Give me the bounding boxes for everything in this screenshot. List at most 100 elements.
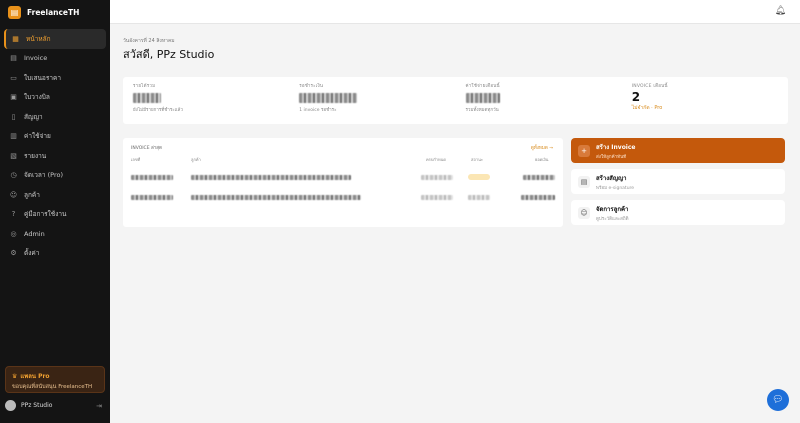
redacted-value [421, 175, 453, 180]
redacted-value [521, 195, 555, 200]
date-line: วันอังคารที่ 24 สิงหาคม [123, 38, 175, 44]
logout-icon[interactable]: ⇥ [96, 402, 102, 410]
stat-pending: รอชำระเงิน 1 invoice รอชำระ [289, 77, 455, 124]
sidebar-item-label: สัญญา [24, 112, 43, 121]
user-row: PPz Studio ⇥ [5, 400, 102, 411]
help-icon: ? [11, 210, 16, 219]
customer-icon: ☺ [9, 190, 18, 199]
sidebar-item-schedule[interactable]: ◷ จัดเวลา (Pro) [4, 166, 106, 186]
sidebar-item-label: ลูกค้า [24, 190, 40, 199]
pro-subtitle: ขอบคุณที่สนับสนุน FreelanceTH [12, 384, 93, 390]
sidebar: ▤ FreelanceTH ▦ หน้าหลัก ▤ Invoice ▭ ใบเสนอ… [0, 0, 110, 423]
crown-icon: ♛ [12, 372, 18, 380]
redacted-value [131, 175, 173, 180]
view-all-link[interactable]: ดูทั้งหมด → [531, 144, 553, 151]
stat-sub: ยังไม่มีรายการที่ชำระแล้ว [133, 108, 183, 113]
user-name: PPz Studio [21, 402, 53, 409]
sidebar-item-label: Admin [24, 229, 45, 238]
chat-icon[interactable]: 💬︎ [767, 389, 789, 411]
sidebar-item-label: รายงาน [24, 151, 47, 160]
sidebar-item-home[interactable]: ▦ หน้าหลัก [4, 29, 106, 49]
sidebar-item-report[interactable]: ▧ รายงาน [4, 146, 106, 166]
stat-value: 2 [631, 90, 641, 104]
main-content: 🔔︎ วันอังคารที่ 24 สิงหาคม สวัสดี, PPz S… [110, 0, 800, 423]
sidebar-item-label: จัดเวลา (Pro) [24, 171, 63, 180]
action-subtitle: ส่งให้ลูกค้าทันที [596, 154, 627, 160]
stat-sub: ไม่จำกัด · Pro [631, 105, 663, 111]
create-invoice-button[interactable]: + สร้าง Invoice ส่งให้ลูกค้าทันที [571, 138, 785, 163]
sidebar-item-bill[interactable]: ▣ ใบวางบิล [4, 88, 106, 108]
redacted-value [421, 195, 453, 200]
quote-icon: ▭ [10, 73, 17, 82]
quick-actions: + สร้าง Invoice ส่งให้ลูกค้าทันที ▤ สร้า… [571, 138, 785, 231]
clock-icon: ◷ [10, 171, 17, 180]
pro-plan-box[interactable]: ♛ แพลน Pro ขอบคุณที่สนับสนุน FreelanceTH [5, 366, 105, 393]
recent-invoices: INVOICE ล่าสุด ดูทั้งหมด → เลขที่ ลูกค้า… [123, 138, 563, 227]
stats-row: รายได้รวม ยังไม่มีรายการที่ชำระแล้ว รอชำ… [123, 77, 788, 124]
redacted-value [131, 195, 173, 200]
recent-title: INVOICE ล่าสุด [131, 146, 162, 151]
sidebar-item-settings[interactable]: ⚙ ตั้งค่า [4, 244, 106, 264]
redacted-value [468, 195, 490, 200]
status-badge [468, 174, 490, 180]
stat-sub: รวมทั้งหมดทุกวัน [465, 108, 499, 113]
document-icon: ▤ [8, 5, 21, 19]
redacted-value [299, 93, 358, 103]
report-icon: ▧ [10, 151, 17, 160]
redacted-value [191, 175, 351, 180]
expense-icon: ▥ [10, 132, 17, 141]
sidebar-item-contract[interactable]: ▯ สัญญา [4, 107, 106, 127]
contract-icon: ▤ [578, 175, 590, 188]
stat-total-income: รายได้รวม ยังไม่มีรายการที่ชำระแล้ว [123, 77, 289, 124]
stat-label: รายได้รวม [133, 84, 156, 89]
sidebar-item-quote[interactable]: ▭ ใบเสนอราคา [4, 68, 106, 88]
brand-name: FreelanceTH [27, 7, 80, 17]
page-title: สวัสดี, PPz Studio [123, 48, 215, 61]
manage-customers-button[interactable]: ☺ จัดการลูกค้า ดูประวัติและสถิติ [571, 200, 785, 225]
bill-icon: ▣ [10, 93, 17, 102]
avatar[interactable] [5, 400, 16, 411]
admin-icon: ◎ [10, 229, 17, 238]
pro-title: แพลน Pro [20, 373, 50, 380]
redacted-value [523, 175, 555, 180]
action-subtitle: ดูประวัติและสถิติ [596, 216, 629, 222]
stat-label: INVOICE เดือนนี้ [631, 84, 668, 89]
sidebar-item-expense[interactable]: ▥ ค่าใช้จ่าย [4, 127, 106, 147]
stat-invoice-month: INVOICE เดือนนี้ 2 ไม่จำกัด · Pro [622, 77, 788, 124]
gear-icon: ⚙ [10, 249, 17, 258]
dashboard-icon: ▦ [12, 34, 19, 43]
sidebar-item-label: หน้าหลัก [26, 34, 51, 43]
sidebar-item-label: ใบเสนอราคา [24, 73, 61, 82]
sidebar-nav: ▦ หน้าหลัก ▤ Invoice ▭ ใบเสนอราคา ▣ ใบวางบิล… [0, 24, 110, 268]
action-subtitle: พร้อม e-signature [596, 185, 635, 191]
bell-icon[interactable]: 🔔︎ [775, 6, 786, 16]
sidebar-item-label: Invoice [24, 54, 48, 63]
col-customer: ลูกค้า [191, 157, 201, 162]
sidebar-item-admin[interactable]: ◎ Admin [4, 224, 106, 244]
redacted-value [191, 195, 361, 200]
create-contract-button[interactable]: ▤ สร้างสัญญา พร้อม e-signature [571, 169, 785, 194]
sidebar-item-label: ค่าใช้จ่าย [24, 132, 51, 141]
stat-expense: ค่าใช้จ่ายเดือนนี้ รวมทั้งหมดทุกวัน [456, 77, 622, 124]
topbar: 🔔︎ [110, 0, 800, 24]
customer-icon: ☺ [578, 206, 590, 219]
redacted-value [465, 93, 500, 103]
action-title: จัดการลูกค้า [596, 205, 629, 213]
invoice-icon: ▤ [10, 54, 17, 63]
action-title: สร้างสัญญา [596, 174, 627, 182]
stat-sub: 1 invoice รอชำระ [299, 108, 337, 113]
sidebar-item-customers[interactable]: ☺ ลูกค้า [4, 185, 106, 205]
col-due: ครบกำหนด [426, 157, 446, 162]
sidebar-item-label: ตั้งค่า [24, 249, 40, 258]
col-number: เลขที่ [131, 157, 141, 162]
stat-label: ค่าใช้จ่ายเดือนนี้ [465, 84, 500, 89]
sidebar-item-help[interactable]: ? คู่มือการใช้งาน [4, 205, 106, 225]
redacted-value [133, 93, 161, 103]
plus-icon: + [578, 144, 590, 157]
brand[interactable]: ▤ FreelanceTH [0, 0, 110, 24]
col-status: สถานะ [471, 157, 483, 162]
contract-icon: ▯ [11, 112, 16, 121]
sidebar-item-invoice[interactable]: ▤ Invoice [4, 49, 106, 69]
sidebar-item-label: คู่มือการใช้งาน [24, 210, 67, 219]
sidebar-item-label: ใบวางบิล [24, 93, 50, 102]
